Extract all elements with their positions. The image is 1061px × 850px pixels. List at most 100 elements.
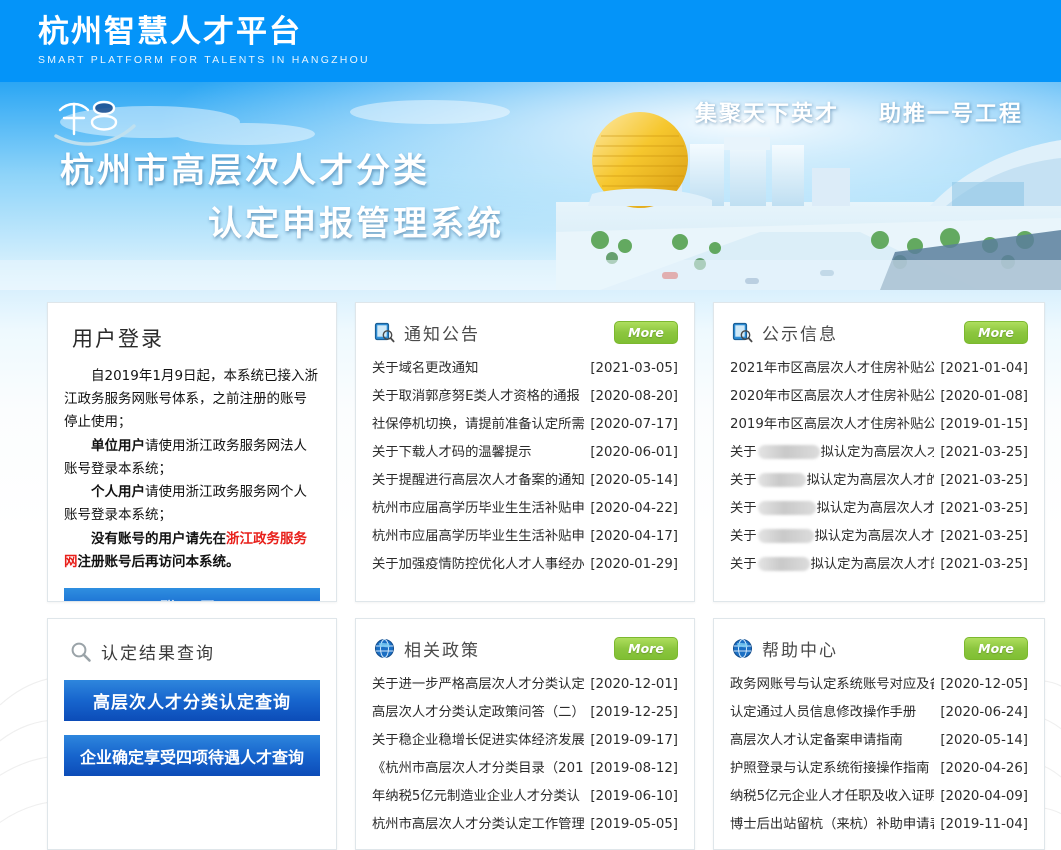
help-panel-title: 帮助中心 — [762, 640, 838, 661]
banner-slogan-right: 助推一号工程 — [878, 101, 1023, 127]
list-item-title: 杭州市应届高学历毕业生生活补贴申 — [372, 529, 585, 544]
list-item-date: [2020-08-20] — [590, 389, 678, 404]
list-item[interactable]: 高层次人才分类认定政策问答（二） [2019-12-25] — [372, 699, 678, 727]
list-item-date: [2020-01-08] — [940, 389, 1028, 404]
list-item-date: [2020-05-14] — [940, 733, 1028, 748]
list-item-title: 关于拟认定为高层次人才的公 — [730, 445, 934, 460]
globe-icon — [733, 638, 752, 658]
list-item-date: [2019-11-04] — [940, 817, 1028, 832]
list-item[interactable]: 年纳税5亿元制造业企业人才分类认 [2019-06-10] — [372, 783, 678, 811]
list-item[interactable]: 杭州市应届高学历毕业生生活补贴申 [2020-04-17] — [372, 523, 678, 551]
list-item-title: 护照登录与认定系统衔接操作指南 — [730, 761, 930, 776]
list-item-date: [2019-08-12] — [590, 761, 678, 776]
list-item[interactable]: 杭州市应届高学历毕业生生活补贴申 [2020-04-22] — [372, 495, 678, 523]
list-item[interactable]: 2020年市区高层次人才住房补贴公示 [2020-01-08] — [730, 383, 1028, 411]
list-item-title: 高层次人才认定备案申请指南 — [730, 733, 903, 748]
list-item-date: [2019-05-05] — [590, 817, 678, 832]
help-more-button[interactable]: More — [964, 636, 1028, 660]
banner-slogan-left: 集聚天下英才 — [694, 101, 839, 127]
notice-more-button[interactable]: More — [614, 320, 678, 344]
list-item-date: [2019-01-15] — [940, 417, 1028, 432]
list-item[interactable]: 2021年市区高层次人才住房补贴公示 [2021-01-04] — [730, 355, 1028, 383]
notice-panel-title: 通知公告 — [404, 324, 480, 345]
list-item-title: 杭州市高层次人才分类认定工作管理 — [372, 817, 585, 832]
list-item[interactable]: 社保停机切换，请提前准备认定所需 [2020-07-17] — [372, 411, 678, 439]
enterprise-four-benefits-query-button[interactable]: 企业确定享受四项待遇人才查询 — [64, 735, 320, 776]
list-item[interactable]: 关于加强疫情防控优化人才人事经办 [2020-01-29] — [372, 551, 678, 579]
list-item[interactable]: 关于拟认定为高层次人才的公 [2021-03-25] — [730, 523, 1028, 551]
list-item-title: 社保停机切换，请提前准备认定所需 — [372, 417, 585, 432]
list-item-title: 政务网账号与认定系统账号对应及备 — [730, 677, 935, 692]
main-content: 用户登录 自2019年1月9日起，本系统已接入浙江政务服务网账号体系，之前注册的… — [0, 290, 1061, 850]
login-card: 用户登录 自2019年1月9日起，本系统已接入浙江政务服务网账号体系，之前注册的… — [47, 302, 337, 602]
publicity-more-button[interactable]: More — [964, 320, 1028, 344]
publicity-panel-title: 公示信息 — [762, 324, 838, 345]
list-item-date: [2019-09-17] — [590, 733, 678, 748]
list-item[interactable]: 《杭州市高层次人才分类目录（2019 [2019-08-12] — [372, 755, 678, 783]
publicity-list: 2021年市区高层次人才住房补贴公示 [2021-01-04] 2020年市区高层次… — [730, 355, 1028, 579]
site-logo[interactable]: 杭州智慧人才平台 SMART PLATFORM FOR TALENTS IN H… — [38, 16, 370, 66]
list-item[interactable]: 认定通过人员信息修改操作手册 [2020-06-24] — [730, 699, 1028, 727]
list-item-date: [2020-06-01] — [590, 445, 678, 460]
list-item[interactable]: 2019年市区高层次人才住房补贴公示 [2019-01-15] — [730, 411, 1028, 439]
help-panel-header: 帮助中心 More — [732, 635, 1028, 661]
list-item-title: 关于加强疫情防控优化人才人事经办 — [372, 557, 585, 572]
notice-panel: 通知公告 More 关于域名更改通知 [2021-03-05] 关于取消郭彦努E类人… — [355, 302, 695, 602]
result-query-panel: 认定结果查询 高层次人才分类认定查询 企业确定享受四项待遇人才查询 — [47, 618, 337, 850]
redacted-name — [757, 557, 810, 571]
list-item-date: [2020-04-09] — [940, 789, 1028, 804]
policy-panel-title: 相关政策 — [404, 640, 480, 661]
list-item[interactable]: 护照登录与认定系统衔接操作指南 [2020-04-26] — [730, 755, 1028, 783]
login-para-2: 单位用户请使用浙江政务服务网法人账号登录本系统； — [64, 435, 320, 481]
list-item[interactable]: 关于拟认定为高层次人才的公 [2021-03-25] — [730, 439, 1028, 467]
list-item[interactable]: 政务网账号与认定系统账号对应及备 [2020-12-05] — [730, 671, 1028, 699]
list-item-title: 关于取消郭彦努E类人才资格的通报 — [372, 389, 580, 404]
help-list: 政务网账号与认定系统账号对应及备 [2020-12-05] 认定通过人员信息修改操作… — [730, 671, 1028, 839]
site-header: 杭州智慧人才平台 SMART PLATFORM FOR TALENTS IN H… — [0, 0, 1061, 82]
list-item[interactable]: 关于拟认定为高层次人才的公 [2021-03-25] — [730, 551, 1028, 579]
policy-list: 关于进一步严格高层次人才分类认定 [2020-12-01] 高层次人才分类认定政策问… — [372, 671, 678, 839]
hero-banner: 集聚天下英才 助推一号工程 杭州市高层次人才分类 认定申报管理系统 — [0, 82, 1061, 290]
list-item[interactable]: 博士后出站留杭（来杭）补助申请表 [2019-11-04] — [730, 811, 1028, 839]
login-button[interactable]: 登 录 — [64, 587, 320, 601]
list-item-title: 关于域名更改通知 — [372, 361, 479, 376]
list-item-title: 认定通过人员信息修改操作手册 — [730, 705, 917, 720]
list-item-title: 关于稳企业稳增长促进实体经济发展 — [372, 733, 585, 748]
list-item[interactable]: 杭州市高层次人才分类认定工作管理 [2019-05-05] — [372, 811, 678, 839]
list-item-date: [2020-07-17] — [590, 417, 678, 432]
list-item[interactable]: 高层次人才认定备案申请指南 [2020-05-14] — [730, 727, 1028, 755]
list-item[interactable]: 关于域名更改通知 [2021-03-05] — [372, 355, 678, 383]
list-item-title: 2019年市区高层次人才住房补贴公示 — [730, 417, 935, 432]
list-item-title: 年纳税5亿元制造业企业人才分类认 — [372, 789, 580, 804]
policy-more-button[interactable]: More — [614, 636, 678, 660]
login-para-3-bold: 个人用户 — [91, 484, 145, 501]
login-para-4-suffix: 注册账号后再访问本系统。 — [77, 553, 240, 570]
hangzhou-emblem-icon — [54, 100, 136, 146]
list-item-title: 杭州市应届高学历毕业生生活补贴申 — [372, 501, 585, 516]
search-icon — [71, 642, 91, 662]
list-item-date: [2020-01-29] — [590, 557, 678, 572]
list-item-title: 博士后出站留杭（来杭）补助申请表 — [730, 817, 935, 832]
list-item-title: 纳税5亿元企业人才任职及收入证明 — [730, 789, 935, 804]
list-item[interactable]: 关于拟认定为高层次人才的公 [2021-03-25] — [730, 495, 1028, 523]
list-item[interactable]: 关于稳企业稳增长促进实体经济发展 [2019-09-17] — [372, 727, 678, 755]
list-item-date: [2020-04-17] — [590, 529, 678, 544]
list-item[interactable]: 关于取消郭彦努E类人才资格的通报 [2020-08-20] — [372, 383, 678, 411]
list-item[interactable]: 关于拟认定为高层次人才的公 [2021-03-25] — [730, 467, 1028, 495]
notice-panel-header: 通知公告 More — [374, 319, 678, 345]
list-item-date: [2021-03-25] — [940, 557, 1028, 572]
site-logo-en: SMART PLATFORM FOR TALENTS IN HANGZHOU — [38, 53, 370, 66]
list-item[interactable]: 关于进一步严格高层次人才分类认定 [2020-12-01] — [372, 671, 678, 699]
list-item[interactable]: 关于提醒进行高层次人才备案的通知 [2020-05-14] — [372, 467, 678, 495]
list-item[interactable]: 纳税5亿元企业人才任职及收入证明 [2020-04-09] — [730, 783, 1028, 811]
login-para-4-prefix: 没有账号的用户请先在 — [91, 530, 226, 547]
list-item-title: 高层次人才分类认定政策问答（二） — [372, 705, 585, 720]
list-item[interactable]: 关于下载人才码的温馨提示 [2020-06-01] — [372, 439, 678, 467]
list-item-date: [2020-06-24] — [940, 705, 1028, 720]
redacted-name — [757, 473, 806, 487]
list-item-date: [2020-05-14] — [590, 473, 678, 488]
talent-classification-query-button[interactable]: 高层次人才分类认定查询 — [64, 680, 320, 721]
result-query-title: 认定结果查询 — [101, 644, 215, 664]
list-item-date: [2019-12-25] — [590, 705, 678, 720]
list-item-title: 关于进一步严格高层次人才分类认定 — [372, 677, 585, 692]
